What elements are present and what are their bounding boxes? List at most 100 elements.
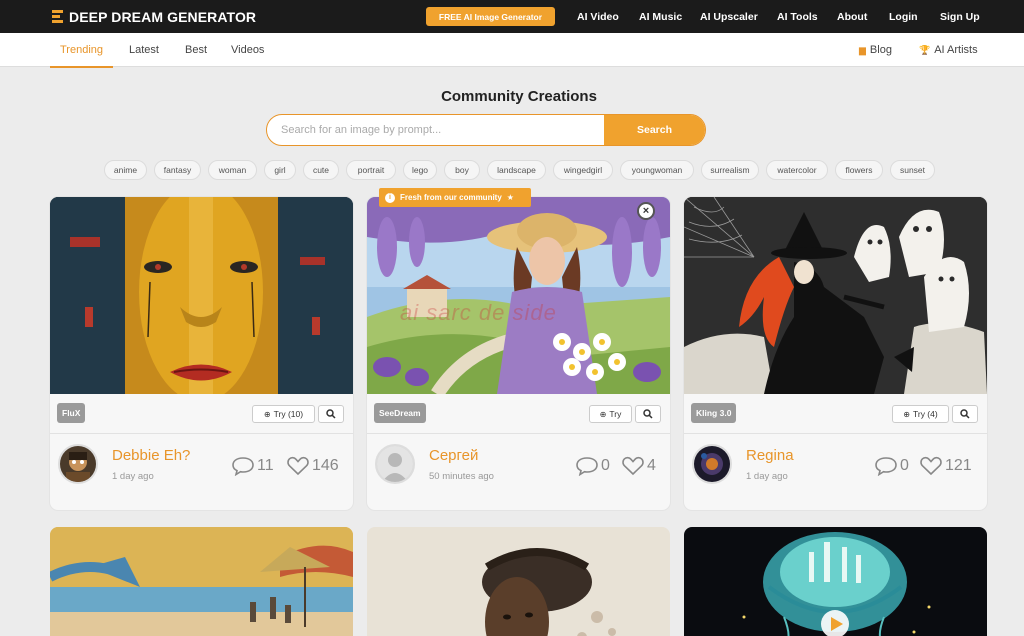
fresh-community-banner: i Fresh from our community ★: [379, 188, 531, 207]
tab-videos[interactable]: Videos: [231, 33, 264, 67]
trophy-icon: 🏆: [919, 44, 931, 55]
creation-image[interactable]: [684, 527, 987, 636]
view-button[interactable]: [318, 405, 344, 423]
tag-cute[interactable]: cute: [303, 160, 339, 180]
site-logo[interactable]: DEEP DREAM GENERATOR: [52, 0, 256, 33]
plus-icon: ⊕: [263, 409, 271, 419]
nav-ai-video[interactable]: AI Video: [577, 0, 619, 33]
page-title: Community Creations: [441, 88, 597, 105]
tag-portrait[interactable]: portrait: [346, 160, 396, 180]
creation-card[interactable]: [684, 527, 987, 636]
tag-anime[interactable]: anime: [104, 160, 147, 180]
try-label: Try (10): [273, 409, 304, 419]
try-button[interactable]: ⊕ Try (4): [892, 405, 949, 423]
creation-card[interactable]: [50, 527, 353, 636]
likes-count[interactable]: 146: [286, 454, 339, 478]
close-icon[interactable]: ×: [637, 202, 655, 220]
magnifier-icon: [960, 409, 970, 419]
heart-icon: [287, 456, 309, 476]
tag-boy[interactable]: boy: [444, 160, 480, 180]
search-button[interactable]: Search: [604, 115, 705, 145]
try-button[interactable]: ⊕ Try: [589, 405, 632, 423]
try-label: Try (4): [912, 409, 938, 419]
tab-best[interactable]: Best: [185, 33, 207, 67]
tab-trending[interactable]: Trending: [49, 33, 114, 68]
creation-image[interactable]: [367, 197, 670, 394]
ai-artists-label: AI Artists: [934, 44, 978, 56]
creation-card[interactable]: Kling 3.0 ⊕ Try (4) Regina 1 day ago 0 1…: [684, 197, 987, 510]
card-divider: [684, 433, 987, 434]
likes-value: 146: [312, 457, 339, 474]
plus-icon: ⊕: [903, 409, 910, 419]
user-name[interactable]: Debbie Eh?: [112, 447, 190, 464]
nav-ai-tools[interactable]: AI Tools: [777, 0, 818, 33]
creation-image[interactable]: [367, 527, 670, 636]
search-input[interactable]: [267, 115, 605, 145]
search-bar: Search: [266, 114, 706, 146]
plus-icon: ⊕: [599, 409, 607, 419]
try-button[interactable]: ⊕ Try (10): [252, 405, 315, 423]
likes-count[interactable]: 4: [621, 454, 656, 478]
nav-ai-music[interactable]: AI Music: [639, 0, 682, 33]
book-icon: ▆: [859, 44, 866, 55]
tag-watercolor[interactable]: watercolor: [766, 160, 828, 180]
nav-about[interactable]: About: [837, 0, 867, 33]
comments-count[interactable]: 0: [874, 454, 909, 478]
sub-navigation: Trending Latest Best Videos ▆ Blog 🏆 AI …: [0, 33, 1024, 68]
nav-login[interactable]: Login: [889, 0, 918, 33]
likes-count[interactable]: 121: [919, 454, 972, 478]
tag-wingedgirl[interactable]: wingedgirl: [553, 160, 613, 180]
image-watermark: ai sarc de side: [400, 300, 557, 325]
post-time: 1 day ago: [746, 471, 788, 482]
creation-card[interactable]: SeeDream ⊕ Try Сергей 50 minutes ago 0 4: [367, 197, 670, 510]
logo-mark-icon: [52, 10, 63, 23]
view-button[interactable]: [952, 405, 978, 423]
tag-sunset[interactable]: sunset: [890, 160, 935, 180]
nav-sign-up[interactable]: Sign Up: [940, 0, 980, 33]
free-generator-button[interactable]: FREE AI Image Generator: [426, 7, 555, 26]
creation-image[interactable]: [50, 197, 353, 394]
logo-text: DEEP DREAM GENERATOR: [69, 8, 257, 25]
blog-label: Blog: [869, 44, 892, 56]
post-time: 1 day ago: [112, 471, 154, 482]
fresh-text: Fresh from our community: [400, 193, 502, 202]
info-icon: i: [385, 192, 395, 203]
card-divider: [50, 433, 353, 434]
likes-value: 4: [647, 457, 656, 474]
view-button[interactable]: [635, 405, 661, 423]
magnifier-icon: [643, 409, 653, 419]
tag-landscape[interactable]: landscape: [487, 160, 546, 180]
tag-girl[interactable]: girl: [264, 160, 296, 180]
tag-woman[interactable]: woman: [208, 160, 257, 180]
heart-icon: [622, 456, 644, 476]
comment-icon: [875, 457, 897, 476]
tag-youngwoman[interactable]: youngwoman: [620, 160, 694, 180]
card-divider: [367, 433, 670, 434]
blog-link[interactable]: ▆ Blog: [859, 33, 892, 67]
comment-icon: [232, 457, 254, 476]
comments-value: 0: [601, 457, 610, 474]
user-name[interactable]: Regina: [746, 447, 794, 464]
tag-surrealism[interactable]: surrealism: [701, 160, 759, 180]
creation-image[interactable]: [684, 197, 987, 394]
creation-card[interactable]: [367, 527, 670, 636]
tag-fantasy[interactable]: fantasy: [154, 160, 201, 180]
avatar[interactable]: [692, 444, 732, 484]
avatar[interactable]: [58, 444, 98, 484]
comments-count[interactable]: 11: [231, 454, 274, 478]
ai-artists-link[interactable]: 🏆 AI Artists: [919, 33, 978, 67]
nav-ai-upscaler[interactable]: AI Upscaler: [700, 0, 758, 33]
comments-count[interactable]: 0: [575, 454, 610, 478]
tab-latest[interactable]: Latest: [129, 33, 159, 67]
heart-icon: [920, 456, 942, 476]
creation-image[interactable]: [50, 527, 353, 636]
comments-value: 11: [257, 457, 274, 474]
star-icon: ★: [506, 193, 514, 202]
model-badge: FluX: [57, 403, 86, 423]
tag-flowers[interactable]: flowers: [835, 160, 883, 180]
creation-card[interactable]: FluX ⊕ Try (10) Debbie Eh? 1 day ago 11 …: [50, 197, 353, 510]
tag-lego[interactable]: lego: [403, 160, 437, 180]
user-name[interactable]: Сергей: [429, 447, 478, 464]
post-time: 50 minutes ago: [429, 471, 494, 482]
avatar[interactable]: [375, 444, 415, 484]
